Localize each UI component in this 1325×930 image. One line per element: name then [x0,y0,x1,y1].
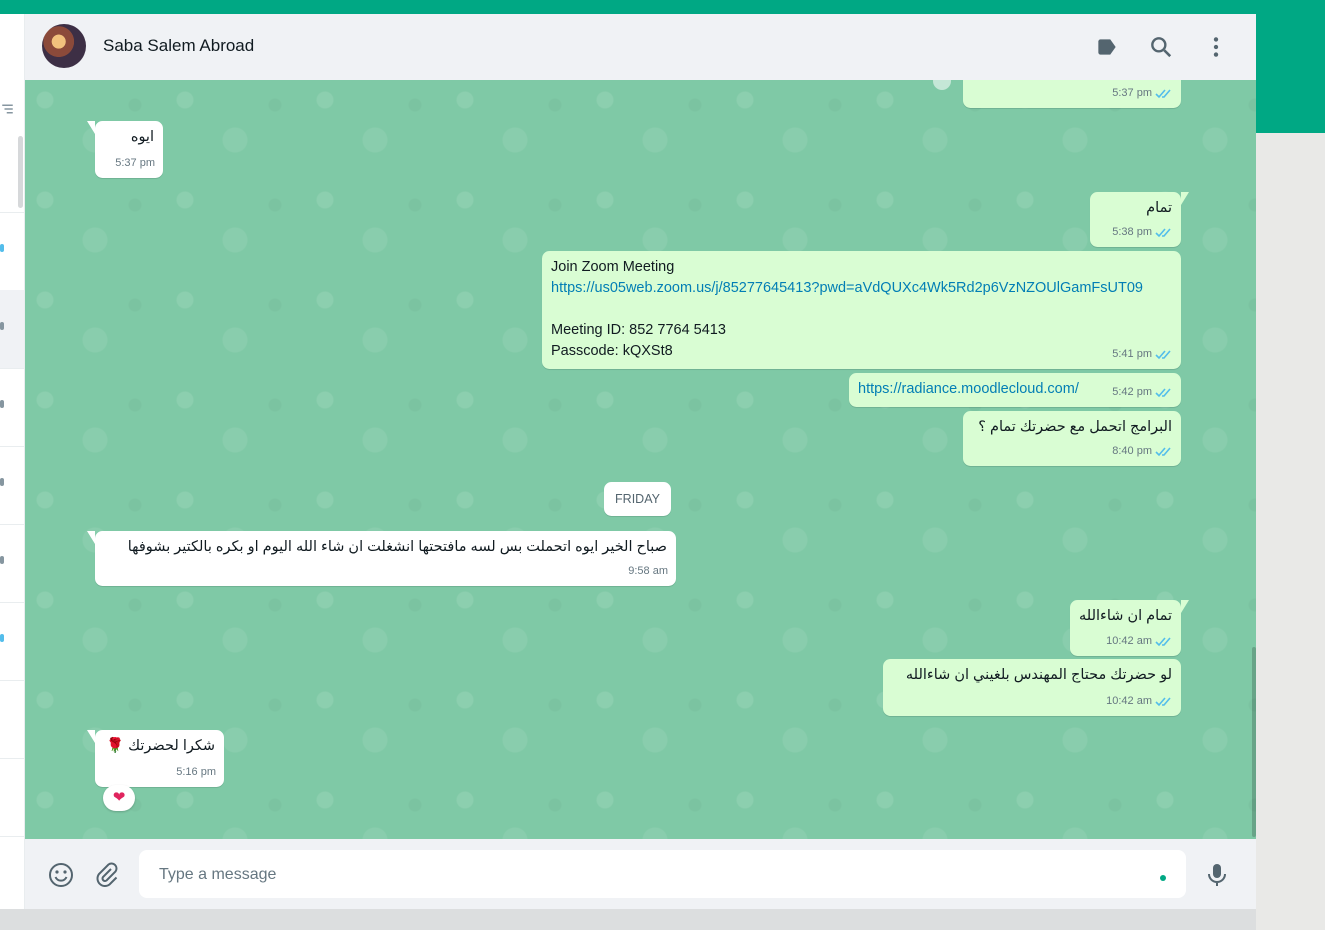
message-text [551,299,1143,320]
composer-bar [25,839,1256,909]
message-meta: 10:42 am [1106,631,1173,652]
chat-list-item[interactable] [0,368,24,447]
message-time: 8:40 pm [1112,445,1152,457]
message-text: صباح الخير ايوه اتحملت بس لسه مافتحتها ا… [127,539,667,555]
chat-list-item[interactable] [0,680,24,759]
sidebar-scrollbar[interactable] [18,136,23,208]
background-panel [1256,133,1325,930]
message-text: تمام ان شاءالله [1079,608,1172,624]
message-meta: 5:37 pm [1112,83,1173,104]
menu-icon[interactable] [1203,34,1229,60]
read-check-icon [0,634,4,642]
message-meta: 9:58 am [628,561,668,582]
message-link[interactable]: https://us05web.zoom.us/j/85277645413?pw… [551,278,1143,299]
message-bubble-out[interactable]: تمام 5:38 pm [1090,192,1189,247]
chat-list-item[interactable] [0,446,24,525]
message-bubble-in[interactable]: شكرا لحضرتك 🌹 5:16 pm [87,730,224,787]
emoji-icon[interactable] [47,861,75,889]
chevron-icon [0,322,4,330]
message-time: 5:37 pm [1112,87,1152,99]
double-check-icon [1155,637,1171,647]
microphone-icon[interactable] [1203,861,1231,889]
chat-list-item[interactable] [0,602,24,681]
forward-icon[interactable] [931,80,953,92]
message-text: شكرا لحضرتك 🌹 [106,738,215,754]
background-accent [1256,14,1325,133]
chat-list-sidebar [0,14,25,909]
message-meta: 5:38 pm [1112,222,1173,243]
bubble-tail [1181,192,1189,205]
read-check-icon [0,244,4,252]
message-time: 9:58 am [628,565,668,577]
bubble-tail [87,121,95,134]
date-divider: FRIDAY [604,482,671,516]
message-time: 10:42 am [1106,635,1152,647]
bubble-tail [87,531,95,544]
message-text: Meeting ID: 852 7764 5413 [551,322,726,338]
status-icon [0,400,4,408]
bubble-tail [87,730,95,743]
message-time: 10:42 am [1106,695,1152,707]
message-scrollbar[interactable] [1252,647,1256,837]
message-bubble-out[interactable]: لو حضرتك محتاج المهندس بلغيني ان شاءالله… [883,659,1181,716]
double-check-icon [1155,228,1171,238]
chat-window: Saba Salem Abroad 5:37 pm ايوه 5:37 pm ت… [25,14,1256,909]
message-text: تمام [1146,200,1172,216]
attach-icon[interactable] [93,861,121,889]
message-composer[interactable] [139,850,1186,898]
message-text: ايوه [130,129,154,145]
double-check-icon [1155,697,1171,707]
chat-list-item[interactable] [0,290,24,369]
label-icon[interactable] [1094,34,1120,60]
message-meta: 5:41 pm [1112,344,1173,365]
status-icon [0,478,4,486]
status-dot [1160,875,1166,881]
message-time: 5:37 pm [115,157,155,169]
message-meta: 5:37 pm [115,153,155,174]
message-text: لو حضرتك محتاج المهندس بلغيني ان شاءالله [905,667,1172,683]
message-bubble-out[interactable]: Join Zoom Meeting https://us05web.zoom.u… [542,251,1181,369]
message-time: 5:16 pm [176,766,216,778]
contact-name[interactable]: Saba Salem Abroad [103,36,254,56]
chat-list-item[interactable] [0,758,24,837]
message-time: 5:41 pm [1112,348,1152,360]
message-text: Passcode: kQXSt8 [551,343,673,359]
message-meta: 5:42 pm [1112,382,1173,403]
double-check-icon [1155,388,1171,398]
message-bubble-out[interactable]: تمام ان شاءالله 10:42 am [1070,600,1189,656]
message-text: Join Zoom Meeting [551,259,675,275]
message-meta: 5:16 pm [176,762,216,783]
avatar[interactable] [42,24,86,68]
message-meta: 10:42 am [1106,691,1173,712]
double-check-icon [1155,350,1171,360]
message-time: 5:42 pm [1112,386,1152,398]
bubble-tail [1181,600,1189,613]
message-bubble-in[interactable]: ايوه 5:37 pm [87,121,163,178]
double-check-icon [1155,89,1171,99]
status-icon [0,556,4,564]
search-icon[interactable] [1148,34,1174,60]
message-link[interactable]: https://radiance.moodlecloud.com/ [858,379,1079,400]
top-band [0,0,1325,14]
message-text: البرامج اتحمل مع حضرتك تمام ؟ [978,419,1172,435]
message-time: 5:38 pm [1112,226,1152,238]
filter-icon[interactable] [0,100,18,118]
chat-header: Saba Salem Abroad [25,14,1256,81]
heart-reaction[interactable]: ❤ [103,785,135,811]
message-bubble-out[interactable]: 5:37 pm [963,80,1181,108]
message-input[interactable] [157,862,1141,888]
message-meta: 8:40 pm [1112,441,1173,462]
message-bubble-in[interactable]: صباح الخير ايوه اتحملت بس لسه مافتحتها ا… [87,531,676,586]
chat-list-item[interactable] [0,212,24,291]
message-list[interactable]: 5:37 pm ايوه 5:37 pm تمام 5:38 pm Join Z… [25,80,1256,839]
chat-list-item[interactable] [0,524,24,603]
message-bubble-out[interactable]: https://radiance.moodlecloud.com/ 5:42 p… [849,373,1181,407]
double-check-icon [1155,447,1171,457]
message-bubble-out[interactable]: البرامج اتحمل مع حضرتك تمام ؟ 8:40 pm [963,411,1181,466]
